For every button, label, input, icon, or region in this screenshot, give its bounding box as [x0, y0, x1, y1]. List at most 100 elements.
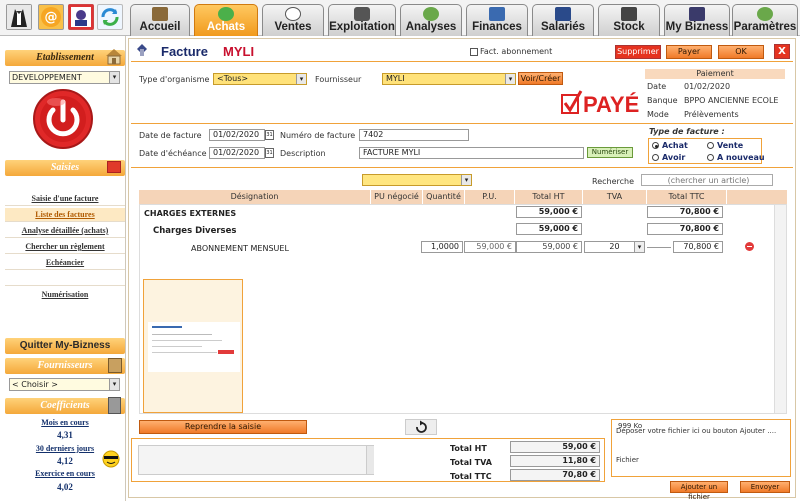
totals-panel: Total HT 59,00 € Total TVA 11,80 € Total…: [131, 438, 605, 482]
article-filter-select[interactable]: ▾: [362, 174, 472, 186]
line-total-ttc-field[interactable]: 70,800 €: [673, 241, 723, 253]
fournisseurs-select[interactable]: < Choisir > ▾: [9, 378, 120, 391]
etablissement-select[interactable]: DEVELOPPEMENT ▾: [9, 71, 120, 84]
numero-facture-label: Numéro de facture: [280, 131, 356, 140]
refresh-icon: [416, 420, 427, 433]
sidebar-item-chercher-reglement[interactable]: Chercher un règlement: [5, 240, 125, 254]
paiement-banque-label: Banque: [647, 96, 678, 105]
tab-label: Analyses: [405, 21, 457, 33]
house-icon: [152, 7, 168, 21]
close-icon[interactable]: X: [774, 44, 790, 59]
radio-avoir[interactable]: [652, 154, 659, 161]
paiement-header: Paiement: [645, 69, 785, 79]
ok-button[interactable]: OK: [718, 45, 764, 59]
sidebar-item-saisie-facture[interactable]: Saisie d'une facture: [5, 192, 125, 206]
radio-a-nouveau[interactable]: [707, 154, 714, 161]
fournisseur-label: Fournisseur: [315, 75, 362, 84]
radio-vente-label: Vente: [717, 141, 744, 150]
tab-stock[interactable]: Stock: [598, 4, 660, 36]
power-icon[interactable]: [32, 88, 94, 150]
tab-label: Accueil: [139, 21, 181, 33]
notes-scrollbar[interactable]: [366, 446, 374, 474]
tab-accueil[interactable]: Accueil: [130, 4, 190, 36]
tab-salaries[interactable]: Salariés: [532, 4, 594, 36]
tab-ventes[interactable]: Ventes: [262, 4, 324, 36]
building-icon: [689, 7, 705, 21]
arrow-line: [647, 247, 671, 248]
abonnement-checkbox[interactable]: [470, 48, 478, 56]
numero-facture-field[interactable]: 7402: [359, 129, 469, 141]
envoyer-button[interactable]: Envoyer: [740, 481, 790, 493]
tab-label: Exploitation: [329, 21, 395, 33]
form-divider: [131, 123, 793, 124]
refresh-button[interactable]: [405, 419, 437, 435]
sidebar-item-numerisation[interactable]: Numérisation: [5, 288, 125, 302]
stat-value: 4,12: [57, 456, 73, 466]
table-scrollbar[interactable]: [774, 205, 786, 413]
date-facture-field[interactable]: 01/02/2020: [209, 129, 265, 141]
radio-a-nouveau-label: A nouveau: [717, 153, 765, 162]
group-total-ht: 59,000 €: [516, 223, 582, 235]
tab-achats[interactable]: Achats: [194, 4, 258, 36]
radio-vente[interactable]: [707, 142, 714, 149]
tuxedo-icon[interactable]: [6, 4, 32, 30]
fournisseur-select[interactable]: MYLI ▾: [382, 73, 516, 85]
sidebar-item-echeancier[interactable]: Echéancier: [5, 256, 125, 270]
search-input[interactable]: [641, 174, 773, 186]
minus-glyph: [747, 246, 752, 247]
voir-creer-button[interactable]: Voir/Créer: [518, 72, 563, 85]
sidebar-item-empty: [5, 272, 125, 286]
sidebar-item-liste-factures[interactable]: Liste des factures: [5, 208, 125, 222]
calendar-icon[interactable]: 31: [265, 148, 274, 158]
tab-finances[interactable]: Finances: [466, 4, 528, 36]
line-total-ht-field[interactable]: 59,000 €: [516, 241, 582, 253]
description-field[interactable]: FACTURE MYLI: [359, 147, 584, 159]
payer-button[interactable]: Payer: [666, 45, 712, 59]
support-icon[interactable]: [68, 4, 94, 30]
watermelon-icon: [218, 7, 234, 21]
house-icon: [104, 47, 124, 65]
type-organisme-select[interactable]: <Tous> ▾: [213, 73, 307, 85]
reprendre-saisie-button[interactable]: Reprendre la saisie: [139, 420, 307, 434]
line-pu-field[interactable]: 59,000 €: [464, 241, 516, 253]
preview-accent: [218, 350, 234, 354]
svg-text:@: @: [45, 10, 58, 25]
delete-line-icon[interactable]: [745, 242, 754, 251]
tab-exploitation[interactable]: Exploitation: [328, 4, 396, 36]
sidebar: Etablissement DEVELOPPEMENT ▾ Saisies Sai…: [0, 36, 126, 501]
supprimer-button[interactable]: Supprimer: [615, 45, 661, 59]
email-icon[interactable]: @: [38, 4, 64, 30]
refresh-icon[interactable]: [97, 4, 123, 30]
file-drop-zone[interactable]: 999 Ko Déposer votre fichier ici ou bout…: [611, 419, 791, 477]
tab-analyses[interactable]: Analyses: [400, 4, 462, 36]
line-quantite-field[interactable]: 1,0000: [421, 241, 463, 253]
group-total-ht: 59,000 €: [516, 206, 582, 218]
document-preview-image: [148, 322, 240, 372]
sidebar-item-analyse-detaillee[interactable]: Analyse détaillée (achats): [5, 224, 125, 238]
fournisseur-value: MYLI: [386, 74, 405, 83]
radio-achat[interactable]: [652, 142, 659, 149]
tab-parametres[interactable]: Paramètres: [732, 4, 798, 36]
page-title: Facture: [161, 44, 208, 59]
tab-my-bizness[interactable]: My Bizness: [664, 4, 730, 36]
calendar-icon[interactable]: 31: [265, 130, 274, 140]
date-echeance-field[interactable]: 01/02/2020: [209, 147, 265, 159]
stat-exercice-label[interactable]: Exercice en cours: [5, 469, 125, 478]
numeriser-button[interactable]: Numériser: [587, 147, 633, 158]
ajouter-fichier-button[interactable]: Ajouter un fichier: [670, 481, 728, 501]
type-organisme-value: <Tous>: [217, 74, 249, 83]
group-name: CHARGES EXTERNES: [144, 209, 237, 218]
quit-button[interactable]: Quitter My-Bizness: [5, 338, 125, 354]
stat-mois-label[interactable]: Mois en cours: [5, 418, 125, 427]
notes-area[interactable]: [138, 445, 374, 475]
tab-label: Ventes: [274, 21, 312, 33]
total-ht-value: 59,00 €: [510, 441, 600, 453]
line-tva-select[interactable]: 20 ▾: [584, 241, 645, 253]
abonnement-label: Fact. abonnement: [480, 47, 553, 56]
chevron-down-icon: ▾: [296, 74, 306, 84]
document-thumbnail[interactable]: [143, 279, 243, 413]
description-label: Description: [280, 149, 326, 158]
stat-mois-value: 4,31: [5, 430, 125, 440]
group-name: Charges Diverses: [153, 226, 237, 236]
preview-line: [152, 352, 217, 353]
